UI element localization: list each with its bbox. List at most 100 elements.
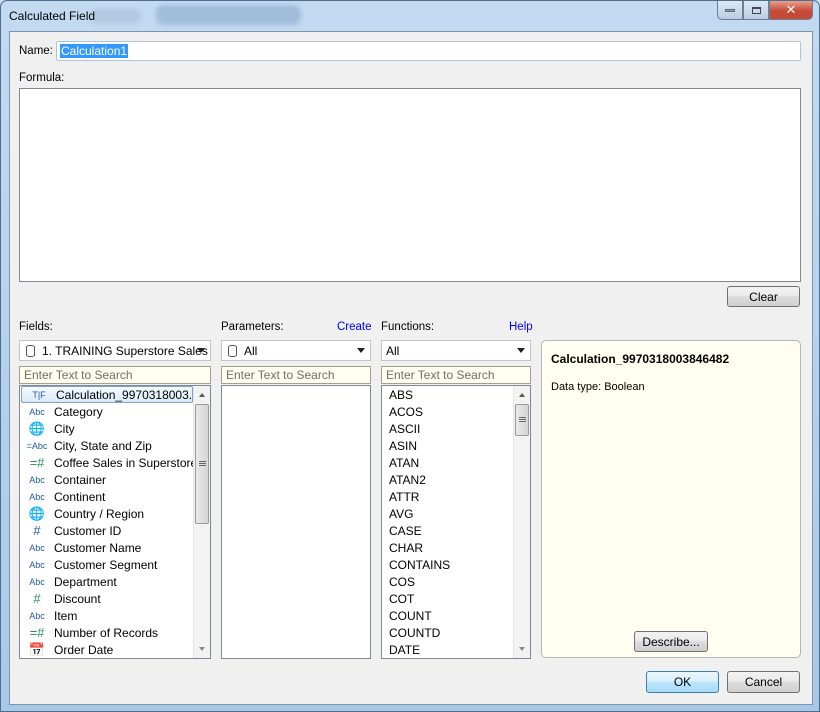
- clear-button[interactable]: Clear: [727, 286, 800, 307]
- function-item[interactable]: COT: [382, 590, 530, 607]
- parameters-search-input[interactable]: Enter Text to Search: [221, 366, 371, 384]
- field-item[interactable]: =# Coffee Sales in Superstore: [20, 454, 210, 471]
- string-icon: Abc: [29, 406, 45, 417]
- function-item[interactable]: CONTAINS: [382, 556, 530, 573]
- background-tab: [91, 9, 141, 23]
- create-parameter-link[interactable]: Create: [337, 321, 372, 333]
- string-icon: Abc: [29, 610, 45, 621]
- function-item[interactable]: COUNT: [382, 607, 530, 624]
- calc-number-icon: =#: [29, 455, 45, 470]
- field-item[interactable]: 📅 Order Date: [20, 641, 210, 658]
- describe-button[interactable]: Describe...: [634, 631, 708, 652]
- formula-label: Formula:: [19, 72, 65, 84]
- field-name: Number of Records: [54, 625, 159, 640]
- help-link[interactable]: Help: [509, 321, 533, 333]
- fields-search-input[interactable]: Enter Text to Search: [19, 366, 211, 384]
- function-item[interactable]: AVG: [382, 505, 530, 522]
- chevron-down-icon: [197, 348, 205, 353]
- field-item[interactable]: Abc Customer Segment: [20, 556, 210, 573]
- minimize-button[interactable]: [717, 1, 743, 20]
- name-label: Name:: [19, 45, 53, 57]
- functions-search-input[interactable]: Enter Text to Search: [381, 366, 531, 384]
- database-icon: [228, 344, 237, 357]
- function-item[interactable]: CASE: [382, 522, 530, 539]
- minimize-icon: [725, 8, 735, 12]
- function-item[interactable]: ATAN: [382, 454, 530, 471]
- functions-dropdown[interactable]: All: [381, 340, 531, 361]
- functions-scrollbar[interactable]: [513, 386, 530, 658]
- field-name: Discount: [54, 591, 101, 606]
- field-name: Order Date: [54, 642, 114, 657]
- field-name: Container: [54, 472, 107, 487]
- parameters-dropdown[interactable]: All: [221, 340, 371, 361]
- name-value: Calculation1: [60, 44, 129, 58]
- function-item[interactable]: ACOS: [382, 403, 530, 420]
- window-title: Calculated Field: [9, 9, 96, 23]
- description-title: Calculation_9970318003846482: [551, 352, 730, 366]
- scroll-down-icon[interactable]: [519, 647, 525, 651]
- field-name: Department: [54, 574, 117, 589]
- field-item[interactable]: # Customer ID: [20, 522, 210, 539]
- background-tab: [156, 5, 301, 25]
- geo-icon: 🌐: [28, 420, 46, 436]
- formula-editor[interactable]: [19, 88, 801, 282]
- field-name: Item: [54, 608, 78, 623]
- boolean-icon: T|F: [32, 389, 46, 400]
- field-name: Customer Segment: [54, 557, 158, 572]
- chevron-down-icon: [517, 348, 525, 353]
- calc-number-icon: =#: [29, 625, 45, 640]
- field-item[interactable]: =# Number of Records: [20, 624, 210, 641]
- function-item[interactable]: COS: [382, 573, 530, 590]
- field-item[interactable]: Abc Department: [20, 573, 210, 590]
- scroll-down-icon[interactable]: [199, 647, 205, 651]
- function-item[interactable]: ATTR: [382, 488, 530, 505]
- fields-scrollbar[interactable]: [193, 386, 210, 658]
- close-button[interactable]: ✕: [769, 1, 813, 20]
- ok-button[interactable]: OK: [646, 671, 719, 693]
- scroll-thumb[interactable]: [515, 404, 529, 436]
- maximize-button[interactable]: [743, 1, 769, 20]
- field-item[interactable]: 🌐 City: [20, 420, 210, 437]
- field-item[interactable]: T|F Calculation_9970318003...: [21, 386, 199, 403]
- field-item[interactable]: Abc Item: [20, 607, 210, 624]
- field-item[interactable]: =Abc City, State and Zip: [20, 437, 210, 454]
- close-icon: ✕: [785, 2, 797, 17]
- parameters-label: Parameters:: [221, 321, 284, 333]
- field-item[interactable]: 🌐 Country / Region: [20, 505, 210, 522]
- scroll-up-icon[interactable]: [199, 393, 205, 397]
- string-icon: Abc: [29, 576, 45, 587]
- field-name: Calculation_9970318003...: [56, 387, 199, 402]
- functions-label: Functions:: [381, 321, 435, 333]
- maximize-icon: [751, 6, 761, 14]
- calc-string-icon: =Abc: [26, 440, 48, 451]
- field-item[interactable]: # Discount: [20, 590, 210, 607]
- function-item[interactable]: DATE: [382, 641, 530, 658]
- name-input[interactable]: Calculation1: [56, 41, 801, 61]
- date-icon: 📅: [28, 641, 46, 657]
- field-item[interactable]: Abc Customer Name: [20, 539, 210, 556]
- parameters-filter-value: All: [244, 343, 258, 358]
- number-icon: #: [33, 523, 41, 538]
- function-item[interactable]: ABS: [382, 386, 530, 403]
- function-item[interactable]: COUNTD: [382, 624, 530, 641]
- geo-icon: 🌐: [28, 505, 46, 521]
- fields-label: Fields:: [19, 321, 53, 333]
- function-item[interactable]: CHAR: [382, 539, 530, 556]
- cancel-button[interactable]: Cancel: [727, 671, 800, 693]
- function-item[interactable]: ASIN: [382, 437, 530, 454]
- field-item[interactable]: Abc Continent: [20, 488, 210, 505]
- function-item[interactable]: ASCII: [382, 420, 530, 437]
- chevron-down-icon: [357, 348, 365, 353]
- database-icon: [26, 344, 35, 357]
- field-name: Customer Name: [54, 540, 142, 555]
- scroll-up-icon[interactable]: [519, 393, 525, 397]
- function-item[interactable]: ATAN2: [382, 471, 530, 488]
- scroll-thumb[interactable]: [195, 404, 209, 524]
- field-item[interactable]: Abc Category: [20, 403, 210, 420]
- field-name: Coffee Sales in Superstore: [54, 455, 198, 470]
- datasource-dropdown[interactable]: 1. TRAINING Superstore Sales: [19, 340, 211, 361]
- field-item[interactable]: Abc Container: [20, 471, 210, 488]
- field-name: City, State and Zip: [54, 438, 152, 453]
- fields-list: T|F Calculation_9970318003... Abc Category 🌐…: [19, 385, 211, 659]
- field-name: Customer ID: [54, 523, 122, 538]
